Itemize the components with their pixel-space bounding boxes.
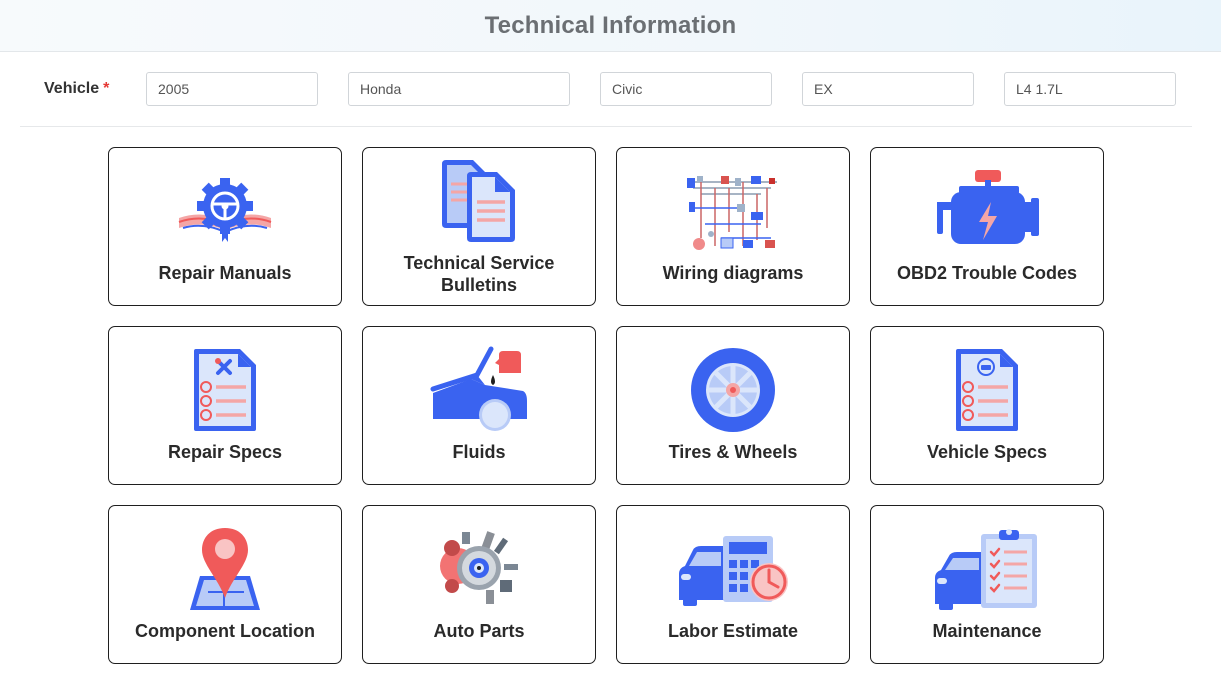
section-divider [20, 126, 1192, 127]
engine-icon [937, 170, 1039, 244]
vehicle-spec-sheet-icon [956, 349, 1018, 431]
wiring-diagram-icon [687, 176, 777, 250]
tile-repair-manuals[interactable]: Repair Manuals [108, 147, 342, 306]
year-field[interactable]: 2005 [146, 72, 318, 106]
vehicle-label-text: Vehicle [44, 80, 100, 97]
tile-label: Tires & Wheels [668, 442, 798, 462]
repair-manual-icon [178, 178, 272, 242]
tile-fluids[interactable]: Fluids [362, 326, 596, 485]
tile-label: Repair Specs [167, 442, 283, 462]
tile-label: Wiring diagrams [662, 263, 804, 283]
tile-label: Labor Estimate [667, 621, 799, 641]
make-field[interactable]: Honda [348, 72, 570, 106]
repair-spec-sheet-icon [194, 349, 256, 431]
tile-label: Repair Manuals [158, 263, 292, 283]
page-title: Technical Information [484, 11, 737, 39]
tile-label: Vehicle Specs [926, 442, 1048, 462]
tile-repair-specs[interactable]: Repair Specs [108, 326, 342, 485]
tile-obd2-trouble-codes[interactable]: OBD2 Trouble Codes [870, 147, 1104, 306]
tile-technical-service-bulletins[interactable]: Technical Service Bulletins [362, 147, 596, 306]
trim-field[interactable]: EX [802, 72, 974, 106]
map-pin-icon [190, 528, 260, 610]
model-field[interactable]: Civic [600, 72, 772, 106]
calculator-clock-icon [679, 536, 788, 606]
checklist-car-icon [935, 529, 1037, 610]
page-header: Technical Information [0, 0, 1221, 52]
tile-vehicle-specs[interactable]: Vehicle Specs [870, 326, 1104, 485]
tile-label: Technical Service Bulletins [363, 252, 595, 296]
engine-field[interactable]: L4 1.7L [1004, 72, 1176, 106]
vehicle-label: Vehicle * [44, 80, 109, 98]
tile-label: Maintenance [932, 621, 1042, 641]
tile-label: Fluids [452, 442, 506, 462]
car-hood-oil-icon [430, 346, 527, 431]
tile-label-text: Technical Service Bulletins [403, 253, 555, 295]
tile-tires-wheels[interactable]: Tires & Wheels [616, 326, 850, 485]
tile-label: OBD2 Trouble Codes [896, 263, 1078, 283]
tile-label: Auto Parts [433, 621, 525, 641]
tile-maintenance[interactable]: Maintenance [870, 505, 1104, 664]
tile-component-location[interactable]: Component Location [108, 505, 342, 664]
vehicle-selector: Vehicle * 2005 Honda Civic EX L4 1.7L [0, 52, 1221, 127]
tile-label: Component Location [135, 621, 315, 641]
tile-labor-estimate[interactable]: Labor Estimate [616, 505, 850, 664]
documents-icon [442, 160, 515, 242]
auto-parts-icon [440, 531, 518, 604]
required-mark: * [103, 80, 110, 97]
tire-icon [691, 348, 775, 432]
tile-auto-parts[interactable]: Auto Parts [362, 505, 596, 664]
tile-wiring-diagrams[interactable]: Wiring diagrams [616, 147, 850, 306]
